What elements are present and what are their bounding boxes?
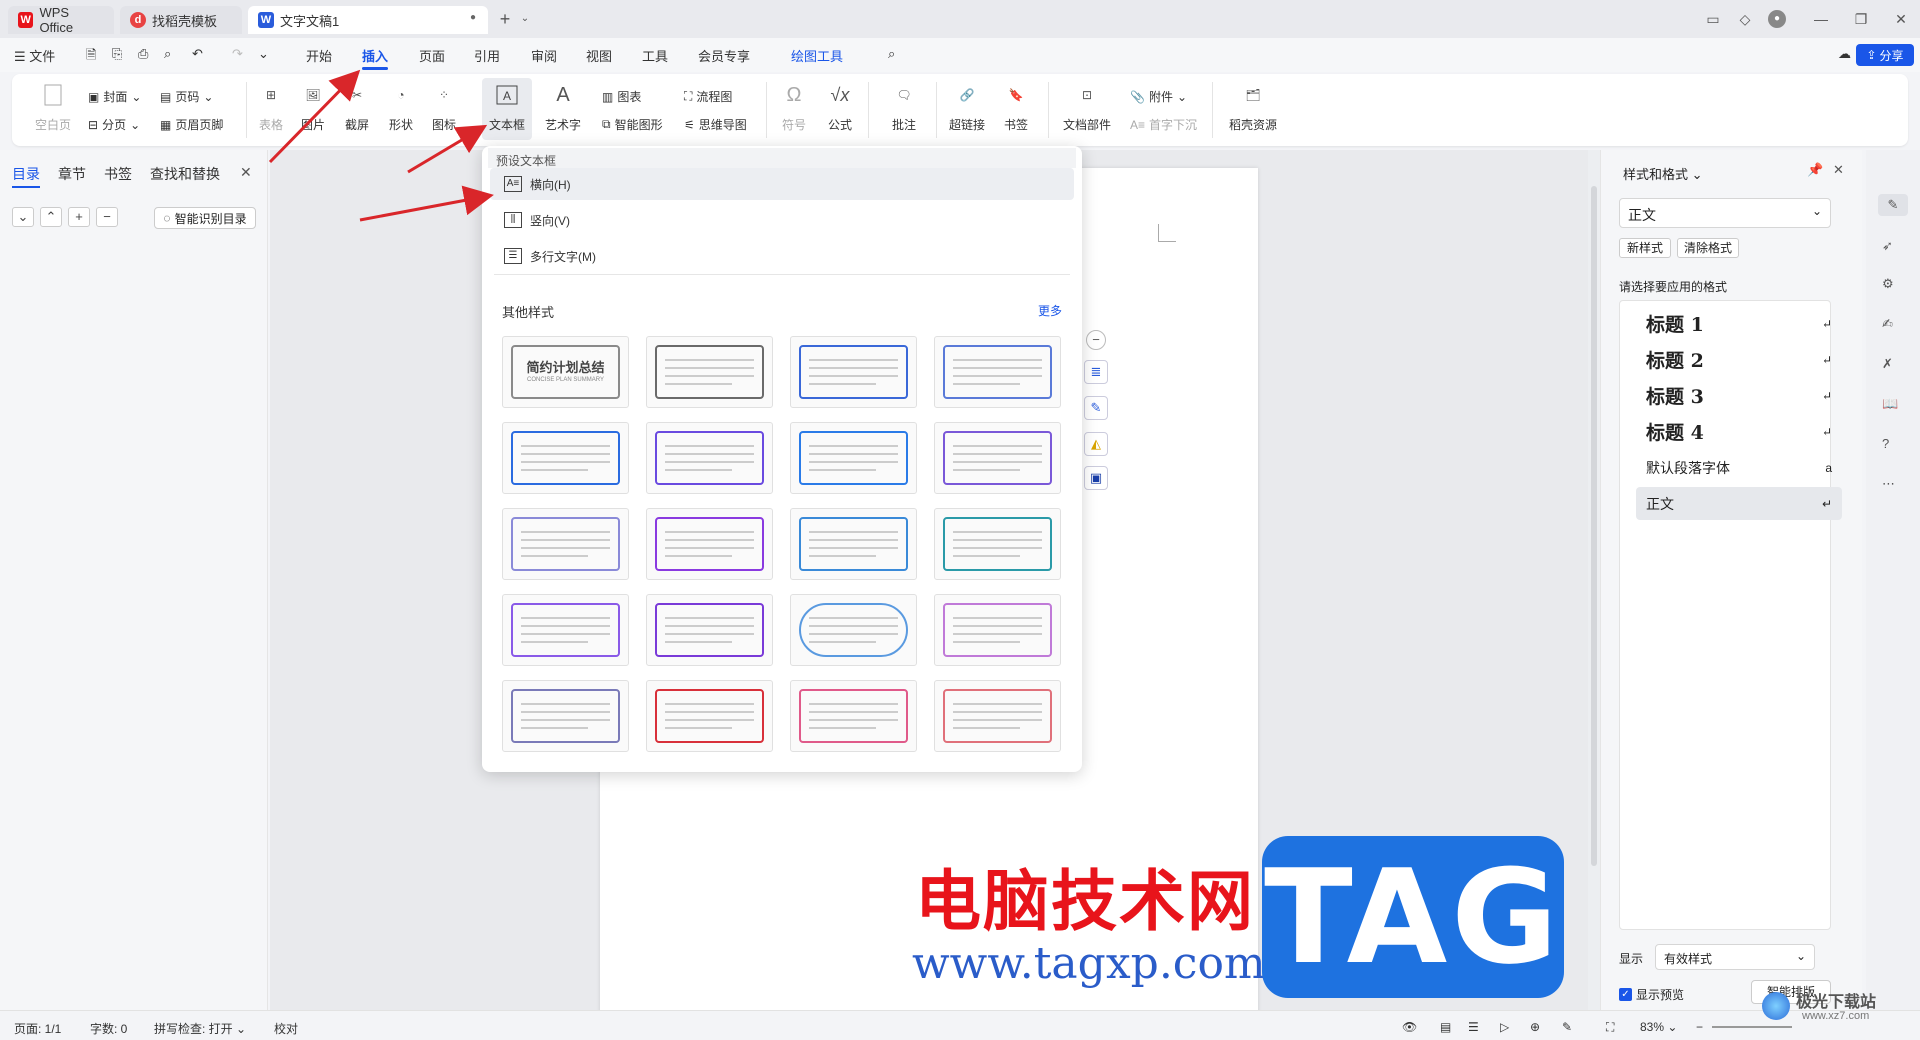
arrow-to-horizontal-item: [359, 185, 494, 222]
annotation-arrows: [268, 69, 494, 222]
arrow-to-textbox-button: [407, 124, 488, 174]
arrow-to-insert-menu: [268, 69, 361, 164]
